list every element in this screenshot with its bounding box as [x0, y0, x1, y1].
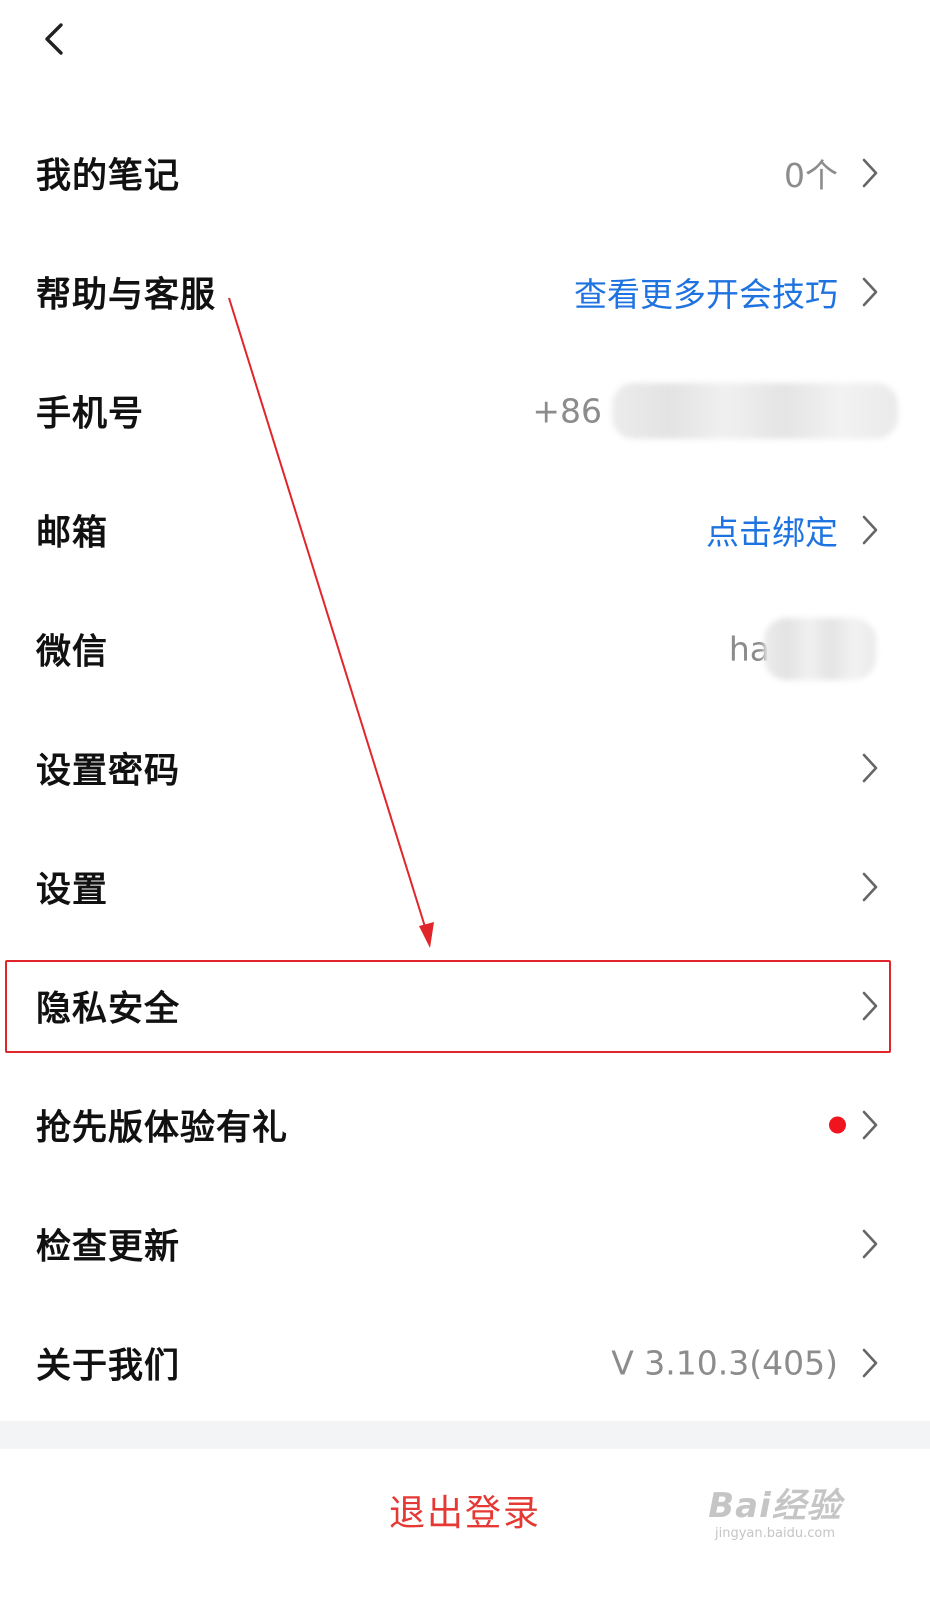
wechat-name-redacted [764, 617, 876, 680]
menu-item-wechat[interactable]: 微信 ha [0, 589, 930, 708]
menu-item-phone[interactable]: 手机号 +86 [0, 351, 930, 470]
menu-item-label: 手机号 [36, 394, 145, 434]
menu-item-set-password[interactable]: 设置密码 [0, 708, 930, 827]
menu-item-label: 关于我们 [36, 1346, 181, 1386]
menu-item-settings[interactable]: 设置 [0, 827, 930, 946]
chevron-left-icon [45, 23, 63, 55]
chevron-right-icon [862, 753, 878, 782]
help-tips-link[interactable]: 查看更多开会技巧 [574, 268, 838, 316]
menu-item-label: 设置 [36, 870, 109, 910]
bind-email-link[interactable]: 点击绑定 [706, 506, 838, 554]
chevron-right-icon [862, 158, 878, 187]
phone-number-redacted [612, 382, 898, 439]
menu-item-label: 微信 [36, 632, 109, 672]
chevron-right-icon [862, 515, 878, 544]
menu-item-check-update[interactable]: 检查更新 [0, 1184, 930, 1303]
logout-label: 退出登录 [388, 1493, 541, 1534]
settings-menu: 我的笔记 0个 帮助与客服 查看更多开会技巧 手机号 +86 邮箱 点击绑定 微… [0, 113, 930, 1422]
chevron-right-icon [862, 1348, 878, 1377]
menu-item-label: 我的笔记 [36, 156, 181, 196]
chevron-right-icon [862, 872, 878, 901]
notification-dot [829, 1116, 846, 1133]
menu-item-about-us[interactable]: 关于我们 V 3.10.3(405) [0, 1303, 930, 1422]
menu-item-my-notes[interactable]: 我的笔记 0个 [0, 113, 930, 232]
chevron-right-icon [862, 277, 878, 306]
menu-item-help-support[interactable]: 帮助与客服 查看更多开会技巧 [0, 232, 930, 351]
chevron-right-icon [862, 1229, 878, 1258]
menu-item-label: 抢先版体验有礼 [36, 1108, 289, 1148]
back-button[interactable] [34, 16, 82, 64]
baidu-watermark: Bai经验 jingyan.baidu.com [690, 1486, 860, 1542]
menu-item-label: 邮箱 [36, 513, 109, 553]
phone-country-code: +86 [532, 391, 602, 430]
menu-item-beta-program[interactable]: 抢先版体验有礼 [0, 1065, 930, 1184]
watermark-url: jingyan.baidu.com [715, 1526, 835, 1541]
section-divider [0, 1421, 930, 1449]
watermark-logo: Bai经验 [708, 1486, 842, 1526]
app-version: V 3.10.3(405) [611, 1343, 838, 1382]
menu-item-label: 检查更新 [36, 1227, 181, 1267]
menu-item-label: 设置密码 [36, 751, 181, 791]
annotation-highlight-box [5, 960, 891, 1053]
chevron-right-icon [862, 1110, 878, 1139]
menu-item-email[interactable]: 邮箱 点击绑定 [0, 470, 930, 589]
menu-item-label: 帮助与客服 [36, 275, 217, 315]
notes-count: 0个 [784, 155, 838, 195]
